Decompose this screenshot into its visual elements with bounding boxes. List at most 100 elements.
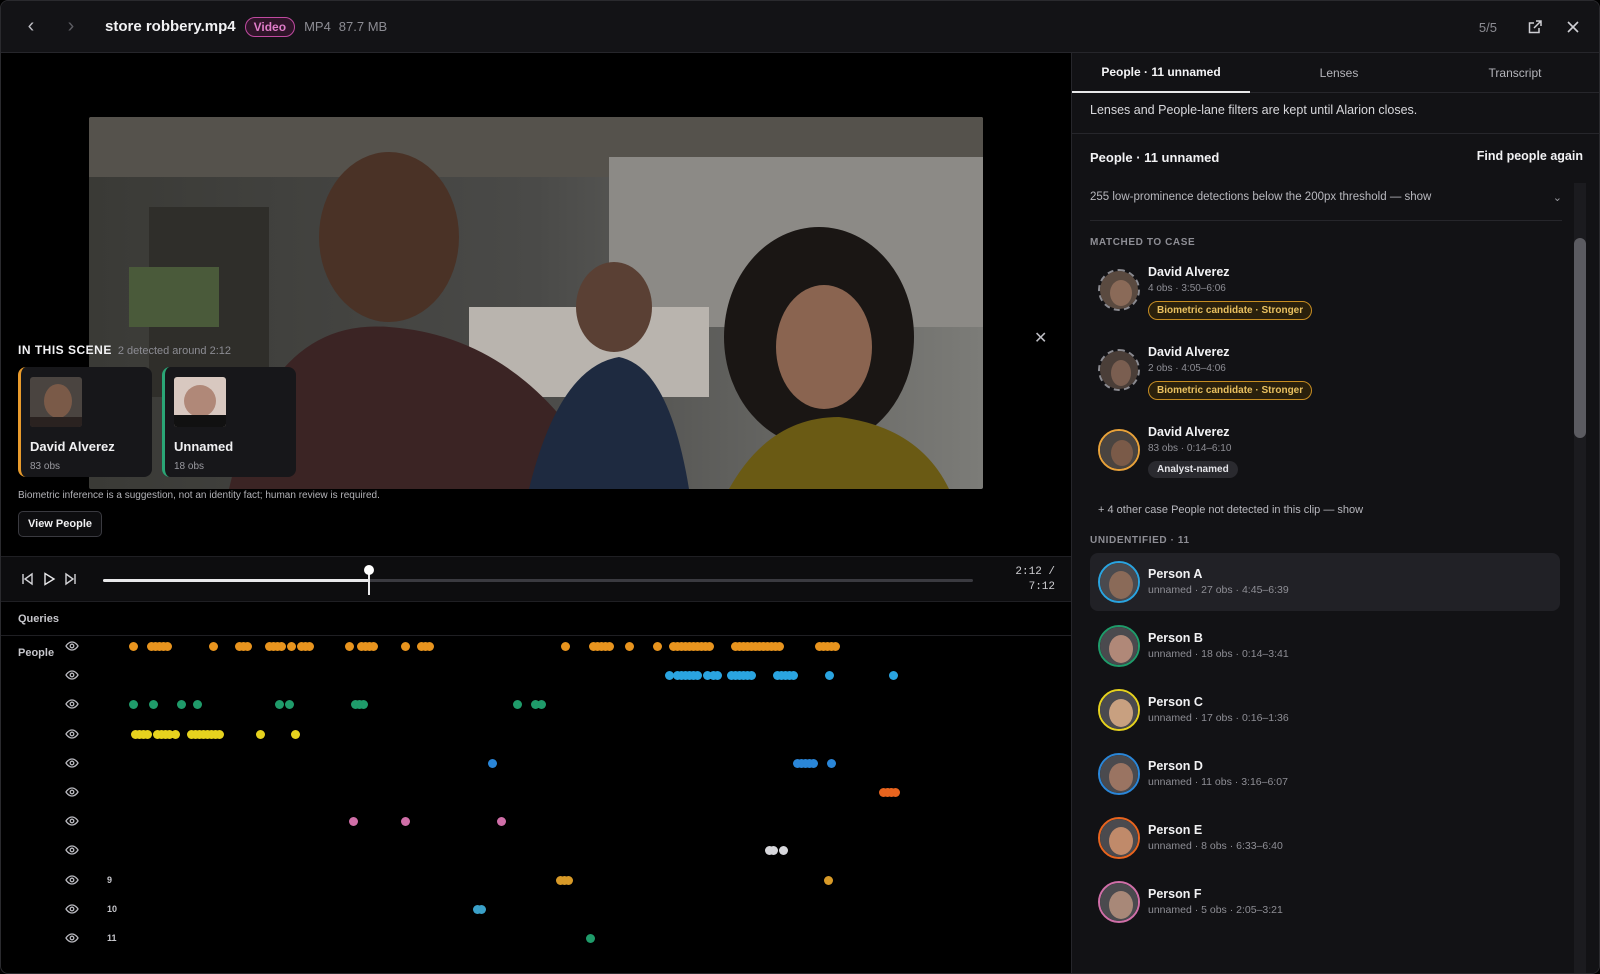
detection-marker[interactable] [305, 642, 314, 651]
low-prominence-toggle[interactable]: 255 low-prominence detections below the … [1090, 191, 1562, 204]
detection-marker[interactable] [277, 642, 286, 651]
detection-marker[interactable] [625, 642, 634, 651]
detection-marker[interactable] [561, 642, 570, 651]
matched-name: David Alverez [1148, 425, 1230, 439]
detection-marker[interactable] [209, 642, 218, 651]
detection-marker[interactable] [827, 758, 836, 768]
detection-marker[interactable] [143, 729, 152, 739]
find-people-again-link[interactable]: Find people again [1477, 149, 1583, 163]
scrubber[interactable] [103, 565, 973, 595]
detection-marker[interactable] [149, 700, 158, 710]
detection-marker[interactable] [163, 642, 172, 651]
detection-marker[interactable] [809, 758, 818, 768]
detection-marker[interactable] [256, 729, 265, 739]
detection-marker[interactable] [825, 671, 834, 681]
detection-marker[interactable] [171, 729, 180, 739]
eye-icon[interactable] [65, 668, 81, 684]
other-case-people-link[interactable]: + 4 other case People not detected in th… [1098, 504, 1363, 516]
detection-marker[interactable] [891, 788, 900, 797]
detection-marker[interactable] [537, 700, 546, 710]
tab-people[interactable]: People · 11 unnamed [1072, 53, 1250, 93]
eye-icon[interactable] [65, 639, 81, 655]
divider [1, 635, 1071, 636]
people-panel: People · 11 unnamed Lenses Transcript Le… [1071, 53, 1599, 973]
detection-marker[interactable] [713, 671, 722, 681]
scene-card-unnamed[interactable]: Unnamed 18 obs [162, 367, 296, 477]
person-row[interactable]: Person F unnamed · 5 obs · 2:05–3:21 [1090, 873, 1560, 931]
detection-marker[interactable] [177, 700, 186, 710]
matched-person[interactable]: David Alverez 2 obs · 4:05–4:06 Biometri… [1090, 343, 1562, 417]
detection-marker[interactable] [513, 700, 522, 710]
detection-marker[interactable] [497, 817, 506, 827]
back-icon[interactable]: ‹ [11, 7, 51, 47]
view-people-button[interactable]: View People [18, 511, 102, 537]
scene-card-david-alverez[interactable]: David Alverez 83 obs [18, 367, 152, 477]
detection-marker[interactable] [789, 671, 798, 681]
detection-marker[interactable] [564, 875, 573, 885]
detection-marker[interactable] [824, 875, 833, 885]
tab-lenses[interactable]: Lenses [1250, 53, 1428, 93]
detection-marker[interactable] [193, 700, 202, 710]
eye-icon[interactable] [65, 697, 81, 713]
close-icon[interactable] [1559, 13, 1587, 41]
eye-icon[interactable] [65, 873, 81, 889]
detection-marker[interactable] [425, 642, 434, 651]
detection-marker[interactable] [129, 700, 138, 710]
skip-back-icon[interactable] [17, 569, 37, 589]
eye-icon[interactable] [65, 931, 81, 947]
play-icon[interactable] [39, 569, 59, 589]
avatar [1098, 881, 1140, 923]
people-lane [1, 785, 1071, 815]
detection-marker[interactable] [129, 642, 138, 651]
person-row[interactable]: Person B unnamed · 18 obs · 0:14–3:41 [1090, 617, 1560, 675]
eye-icon[interactable] [65, 902, 81, 918]
people-lane [1, 756, 1071, 786]
eye-icon[interactable] [65, 785, 81, 801]
scrollbar-thumb[interactable] [1574, 238, 1586, 438]
person-row[interactable]: Person A unnamed · 27 obs · 4:45–6:39 [1090, 553, 1560, 611]
detection-marker[interactable] [275, 700, 284, 710]
scene-close-icon[interactable]: ✕ [1034, 328, 1047, 348]
matched-person[interactable]: David Alverez 83 obs · 0:14–6:10 Analyst… [1090, 423, 1562, 497]
detection-marker[interactable] [349, 817, 358, 827]
detection-marker[interactable] [889, 671, 898, 681]
person-row[interactable]: Person E unnamed · 8 obs · 6:33–6:40 [1090, 809, 1560, 867]
detection-marker[interactable] [243, 642, 252, 651]
detection-marker[interactable] [345, 642, 354, 651]
detection-marker[interactable] [705, 642, 714, 651]
person-sub: unnamed · 27 obs · 4:45–6:39 [1148, 584, 1289, 596]
skip-forward-icon[interactable] [61, 569, 81, 589]
people-lane [1, 814, 1071, 844]
detection-marker[interactable] [769, 846, 778, 856]
detection-marker[interactable] [401, 642, 410, 651]
detection-marker[interactable] [831, 642, 840, 651]
matched-person[interactable]: David Alverez 4 obs · 3:50–6:06 Biometri… [1090, 263, 1562, 337]
forward-icon[interactable]: › [51, 7, 91, 47]
detection-marker[interactable] [359, 700, 368, 710]
detection-marker[interactable] [779, 846, 788, 856]
detection-marker[interactable] [747, 671, 756, 681]
detection-marker[interactable] [605, 642, 614, 651]
detection-marker[interactable] [477, 904, 486, 914]
eye-icon[interactable] [65, 756, 81, 772]
detection-marker[interactable] [369, 642, 378, 651]
detection-marker[interactable] [693, 671, 702, 681]
eye-icon[interactable] [65, 843, 81, 859]
scrubber-handle[interactable] [364, 565, 375, 595]
detection-marker[interactable] [586, 934, 595, 943]
tab-transcript[interactable]: Transcript [1428, 53, 1599, 93]
detection-marker[interactable] [488, 758, 497, 768]
eye-icon[interactable] [65, 814, 81, 830]
detection-marker[interactable] [287, 642, 296, 651]
person-row[interactable]: Person C unnamed · 17 obs · 0:16–1:36 [1090, 681, 1560, 739]
detection-marker[interactable] [291, 729, 300, 739]
item-counter: 5/5 [1478, 19, 1497, 35]
detection-marker[interactable] [653, 642, 662, 651]
person-row[interactable]: Person D unnamed · 11 obs · 3:16–6:07 [1090, 745, 1560, 803]
detection-marker[interactable] [285, 700, 294, 710]
detection-marker[interactable] [401, 817, 410, 827]
detection-marker[interactable] [215, 729, 224, 739]
eye-icon[interactable] [65, 727, 81, 743]
open-external-icon[interactable] [1521, 13, 1549, 41]
detection-marker[interactable] [775, 642, 784, 651]
